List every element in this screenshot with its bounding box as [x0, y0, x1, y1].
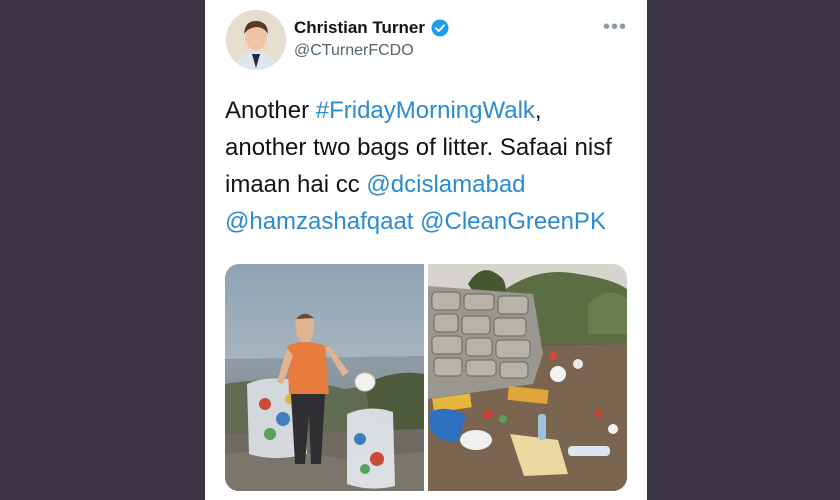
- tweet-card: Christian Turner @CTurnerFCDO ••• Anothe…: [205, 0, 647, 500]
- tweet-text-segment: another two bags of litter. Safaai nisf: [225, 134, 612, 161]
- author-name-row[interactable]: Christian Turner: [294, 18, 449, 38]
- avatar[interactable]: [226, 10, 286, 70]
- tweet-text-segment: ,: [534, 97, 542, 124]
- mention-link[interactable]: @CleanGreenPK: [420, 208, 606, 235]
- author-handle[interactable]: @CTurnerFCDO: [294, 42, 414, 60]
- tweet-photo-litter-site[interactable]: [428, 264, 627, 491]
- verified-badge-icon: [431, 19, 449, 37]
- tweet-text-segment: Another: [225, 97, 316, 124]
- more-options-icon[interactable]: •••: [603, 16, 627, 39]
- author-name[interactable]: Christian Turner: [294, 18, 425, 38]
- hashtag-link[interactable]: #FridayMorningWalk: [316, 97, 535, 124]
- tweet-text: Another #FridayMorningWalk, another two …: [225, 92, 635, 240]
- mention-link[interactable]: @dcislamabad: [366, 171, 525, 198]
- tweet-photo-man-with-bags[interactable]: [225, 264, 424, 491]
- mention-link[interactable]: @hamzashafqaat: [225, 208, 413, 235]
- tweet-text-segment: imaan hai cc: [225, 171, 367, 198]
